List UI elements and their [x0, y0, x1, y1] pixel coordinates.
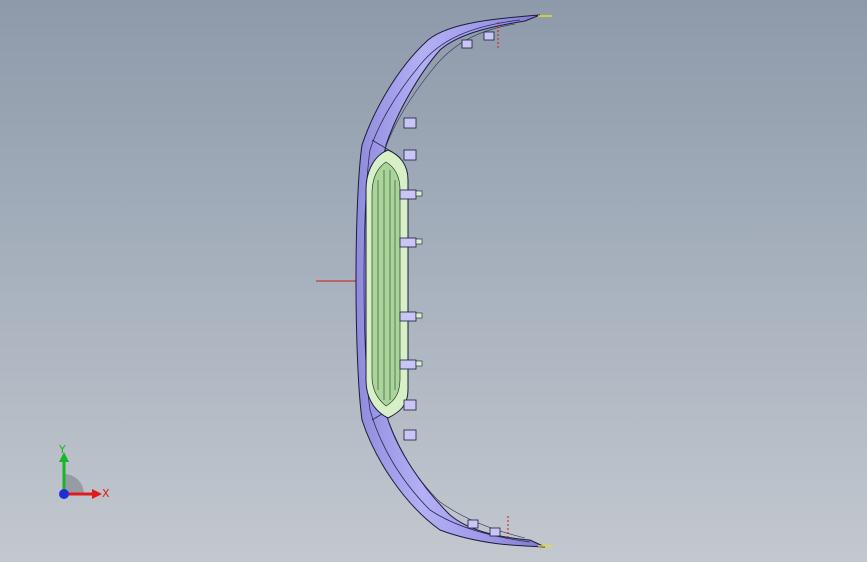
- y-axis-label: Y: [59, 443, 66, 456]
- grille-inner: [371, 161, 401, 407]
- graphics-viewport[interactable]: X Y: [0, 0, 867, 562]
- mounting-brackets: [399, 31, 501, 537]
- bumper-model[interactable]: [0, 0, 867, 562]
- coordinate-triad: X Y: [48, 438, 120, 510]
- bracket-tabs: [415, 190, 423, 367]
- x-axis-label: X: [102, 487, 110, 500]
